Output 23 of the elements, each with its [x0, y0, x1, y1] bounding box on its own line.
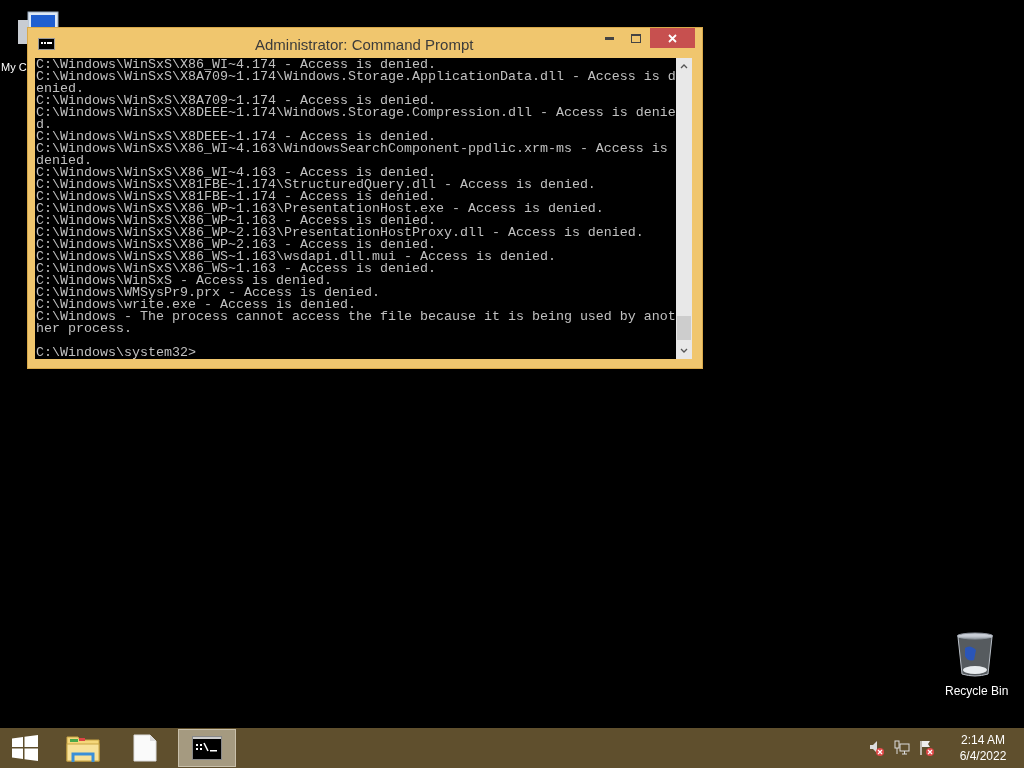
window-title: Administrator: Command Prompt: [255, 35, 474, 55]
muted-speaker-icon: [869, 740, 885, 756]
flag-icon: [919, 740, 935, 756]
minimize-icon: [604, 36, 614, 40]
icon-label: My C: [1, 60, 27, 75]
document-icon: [133, 734, 157, 762]
scrollbar[interactable]: [676, 58, 692, 359]
console-output: C:\Windows\WinSxS\X86_WI~4.174 - Access is denied. C:\Windows\WinSxS\X8A709~1.174\Windows.Storage.ApplicationData.dll - Access is d enied. C:\Windows\WinSxS\X8A709~1.174 - Access is denied. C:\Windows\WinSxS\X8DEEE~1.174\Windows.Storage.Compression.dll - Access is denie d. C:\Windows\WinSxS\X8DEEE~1.174 - Access is denied. C:\Windows\WinSxS\X86_WI~4.163\WindowsSearchComponent-ppdlic.xrm-ms - Access is denied. C:\Windows\WinSxS\X86_WI~4.163 - Access is denied. C:\Windows\WinSxS\X81FBE~1.174\StructuredQuery.dll - Access is denied. C:\Windows\WinSxS\X81FBE~1.174 - Access is denied. C:\Windows\WinSxS\X86_WP~1.163\PresentationHost.exe - Access is denied. C:\Windows\WinSxS\X86_WP~1.163 - Access is denied. C:\Windows\WinSxS\X86_WP~2.163\PresentationHostProxy.dll - Access is denied. C:\Windows\WinSxS\X86_WP~2.163 - Access is denied. C:\Windows\WinSxS\X86_WS~1.163\wsdapi.dll.mui - Access is denied. C:\Windows\WinSxS\X86_WS~1.163 - Access is denied. C:\Windows\WinSxS - Access is denied. C:\Windows\WMSysPr9.prx - Access is denied. C:\Windows\write.exe - Access is denied. C:\Windows - The process cannot access the file because it is being used by anot her process. C:\Windows\system32>: [35, 58, 676, 359]
scroll-up-icon: [680, 64, 688, 69]
close-button[interactable]: [650, 28, 695, 48]
network-icon: [894, 740, 910, 756]
console-icon: [38, 38, 55, 50]
close-icon: [668, 33, 677, 43]
icon-label: Recycle Bin: [945, 683, 1009, 700]
folder-icon: [66, 733, 100, 763]
maximize-icon: [631, 33, 641, 43]
scrollbar-thumb[interactable]: [677, 316, 691, 340]
windows-logo-icon: [12, 735, 38, 761]
console-icon: [192, 736, 222, 760]
clock[interactable]: 2:14 AM 6/4/2022: [952, 732, 1014, 764]
scroll-down-icon: [680, 348, 688, 353]
taskbar-button[interactable]: [178, 729, 236, 767]
recycle-bin-icon: [956, 632, 994, 678]
